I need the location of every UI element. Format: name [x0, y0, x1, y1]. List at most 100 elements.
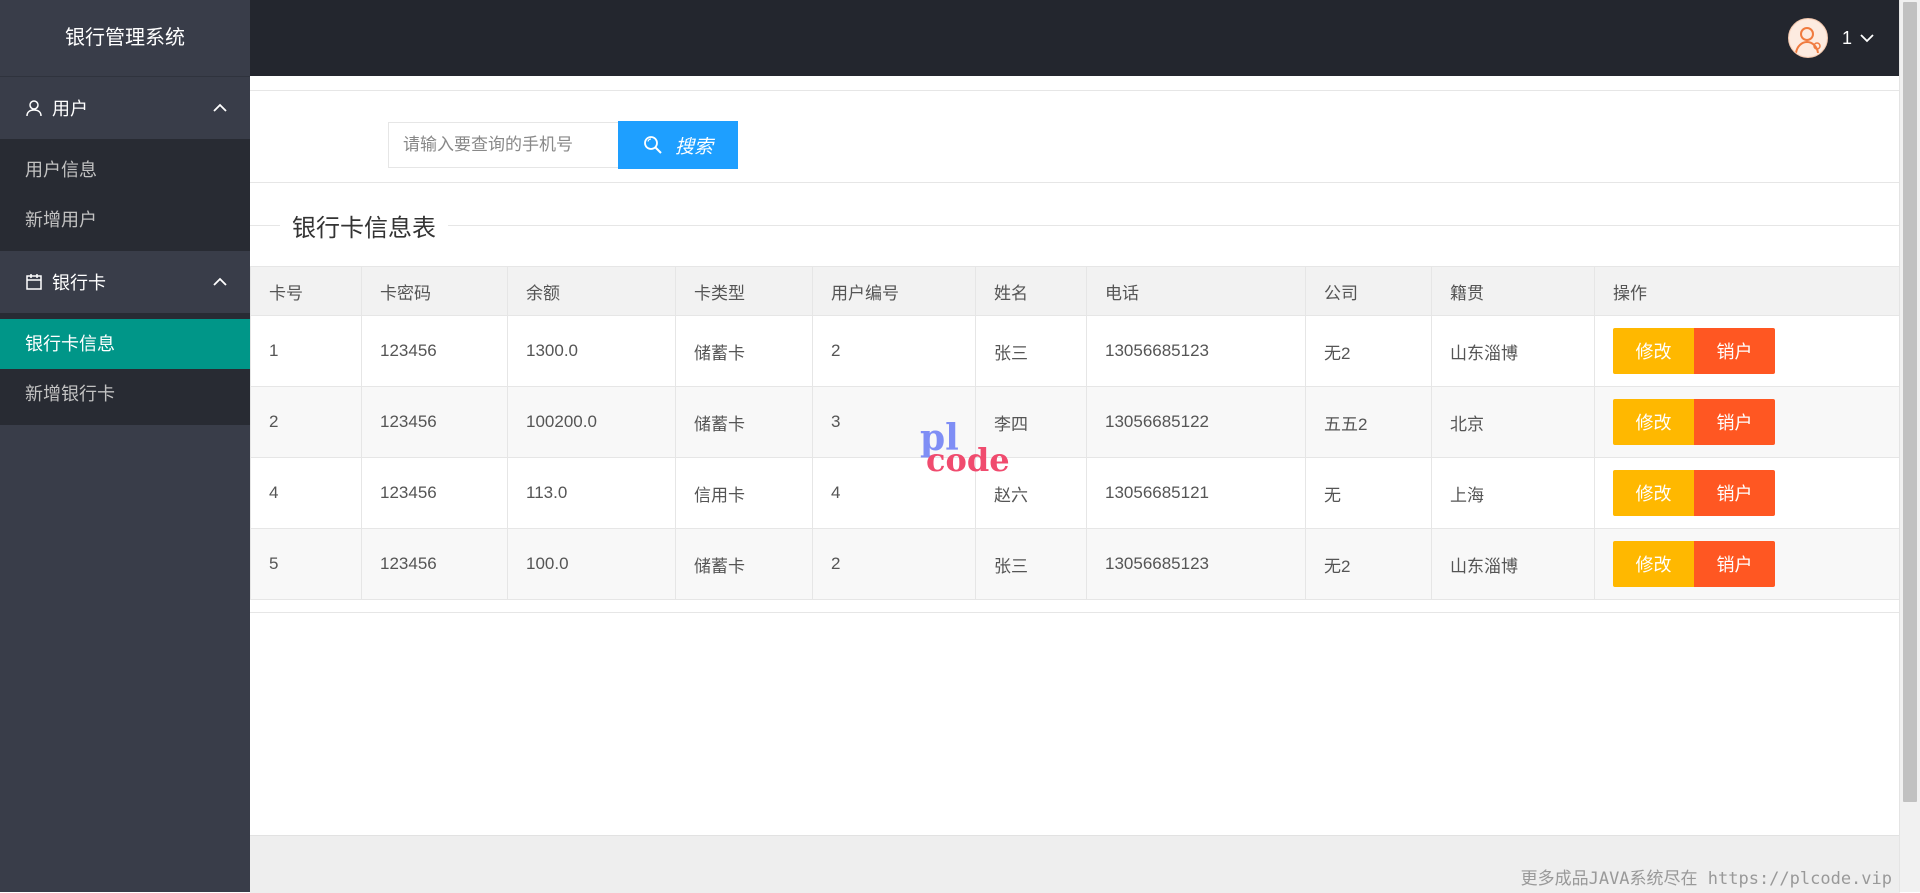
nav-sub-user: 用户信息 新增用户 — [0, 139, 250, 251]
footer: 更多成品JAVA系统尽在 https://plcode.vip — [250, 835, 1900, 893]
cell-password: 123456 — [361, 528, 508, 600]
cell-company: 无2 — [1305, 528, 1432, 600]
edit-button[interactable]: 修改 — [1613, 470, 1694, 516]
cell-card-no: 5 — [250, 528, 362, 600]
column-header: 姓名 — [975, 266, 1087, 316]
nav-group-user[interactable]: 用户 — [0, 77, 250, 139]
app-title: 银行管理系统 — [0, 0, 250, 77]
sidebar-item-add-user[interactable]: 新增用户 — [0, 195, 250, 245]
edit-button[interactable]: 修改 — [1613, 399, 1694, 445]
cell-hometown: 北京 — [1431, 386, 1595, 458]
search-icon — [643, 135, 663, 155]
cell-hometown: 上海 — [1431, 457, 1595, 529]
column-header: 用户编号 — [812, 266, 976, 316]
column-header: 籍贯 — [1431, 266, 1595, 316]
cell-balance: 100.0 — [507, 528, 676, 600]
cell-card-type: 储蓄卡 — [675, 386, 813, 458]
cell-phone: 13056685123 — [1086, 315, 1306, 387]
cell-phone: 13056685122 — [1086, 386, 1306, 458]
sidebar-item-add-bankcard[interactable]: 新增银行卡 — [0, 369, 250, 419]
nav-group-bankcard[interactable]: 银行卡 — [0, 251, 250, 313]
column-header: 卡号 — [250, 266, 362, 316]
cell-actions: 修改 销户 — [1594, 386, 1900, 458]
search-button-label: 搜索 — [674, 136, 713, 158]
column-header: 卡密码 — [361, 266, 508, 316]
cell-company: 无 — [1305, 457, 1432, 529]
search-button[interactable]: 搜索 — [618, 121, 738, 169]
close-account-button[interactable]: 销户 — [1694, 470, 1775, 516]
cell-card-no: 2 — [250, 386, 362, 458]
column-header: 卡类型 — [675, 266, 813, 316]
cell-user-id: 2 — [812, 528, 976, 600]
cell-name: 张三 — [975, 528, 1087, 600]
cell-phone: 13056685121 — [1086, 457, 1306, 529]
close-account-button[interactable]: 销户 — [1694, 328, 1775, 374]
chevron-down-icon — [1860, 33, 1874, 43]
edit-button[interactable]: 修改 — [1613, 541, 1694, 587]
edit-button[interactable]: 修改 — [1613, 328, 1694, 374]
section-title: 银行卡信息表 — [280, 208, 448, 243]
user-menu[interactable]: 1 — [1787, 18, 1874, 58]
cell-card-type: 信用卡 — [675, 457, 813, 529]
column-header: 操作 — [1594, 266, 1900, 316]
cell-actions: 修改 销户 — [1594, 457, 1900, 529]
cell-password: 123456 — [361, 386, 508, 458]
watermark-bottom: code — [926, 441, 1010, 479]
table-row: 4 123456 113.0 信用卡 4 赵六 13056685121 无 上海… — [250, 457, 1900, 529]
cell-company: 无2 — [1305, 315, 1432, 387]
divider — [250, 90, 1900, 91]
fieldset-line — [250, 225, 1900, 226]
sidebar-item-user-info[interactable]: 用户信息 — [0, 145, 250, 195]
cell-balance: 100200.0 — [507, 386, 676, 458]
sidebar-item-label: 新增用户 — [25, 210, 97, 230]
chevron-up-icon — [210, 98, 230, 118]
sidebar-item-bankcard-info[interactable]: 银行卡信息 — [0, 319, 250, 369]
cell-company: 五五2 — [1305, 386, 1432, 458]
nav-group-bankcard-label: 银行卡 — [52, 273, 106, 293]
search-bar: 搜索 — [388, 121, 738, 169]
table-row: 2 123456 100200.0 储蓄卡 3 李四 13056685122 五… — [250, 386, 1900, 458]
cell-actions: 修改 销户 — [1594, 528, 1900, 600]
cell-name: 张三 — [975, 315, 1087, 387]
calendar-icon — [24, 272, 44, 292]
cell-phone: 13056685123 — [1086, 528, 1306, 600]
chevron-up-icon — [210, 272, 230, 292]
divider — [250, 182, 1900, 183]
cell-password: 123456 — [361, 457, 508, 529]
user-icon — [24, 98, 44, 118]
cell-balance: 1300.0 — [507, 315, 676, 387]
cell-balance: 113.0 — [507, 457, 676, 529]
sidebar-item-label: 银行卡信息 — [25, 334, 115, 354]
nav-sub-bankcard: 银行卡信息 新增银行卡 — [0, 313, 250, 425]
cell-card-no: 1 — [250, 315, 362, 387]
column-header: 余额 — [507, 266, 676, 316]
cell-hometown: 山东淄博 — [1431, 315, 1595, 387]
scrollbar[interactable] — [1899, 0, 1920, 892]
username: 1 — [1841, 27, 1852, 48]
watermark-logo: pl code — [920, 420, 1010, 480]
main-content: 搜索 银行卡信息表 卡号 卡密码 余额 卡类型 用户编号 姓名 电话 公司 籍贯… — [250, 76, 1900, 892]
close-account-button[interactable]: 销户 — [1694, 541, 1775, 587]
scrollbar-thumb[interactable] — [1903, 2, 1917, 802]
column-header: 公司 — [1305, 266, 1432, 316]
search-input[interactable] — [388, 122, 624, 168]
close-account-button[interactable]: 销户 — [1694, 399, 1775, 445]
sidebar: 银行管理系统 用户 用户信息 新增用户 银行卡 银行卡信息 新增银行卡 — [0, 0, 250, 892]
footer-note: 更多成品JAVA系统尽在 https://plcode.vip — [1520, 869, 1892, 889]
cell-card-no: 4 — [250, 457, 362, 529]
top-header: 1 — [250, 0, 1900, 76]
table-row: 5 123456 100.0 储蓄卡 2 张三 13056685123 无2 山… — [250, 528, 1900, 600]
cell-hometown: 山东淄博 — [1431, 528, 1595, 600]
nav-group-user-label: 用户 — [52, 99, 88, 119]
sidebar-item-label: 新增银行卡 — [25, 384, 115, 404]
cell-actions: 修改 销户 — [1594, 315, 1900, 387]
cell-card-type: 储蓄卡 — [675, 528, 813, 600]
divider — [250, 612, 1900, 613]
table-row: 1 123456 1300.0 储蓄卡 2 张三 13056685123 无2 … — [250, 315, 1900, 387]
avatar[interactable] — [1787, 18, 1828, 58]
cell-card-type: 储蓄卡 — [675, 315, 813, 387]
cell-password: 123456 — [361, 315, 508, 387]
bankcard-table: 卡号 卡密码 余额 卡类型 用户编号 姓名 电话 公司 籍贯 操作 1 1234… — [250, 266, 1900, 600]
column-header: 电话 — [1086, 266, 1306, 316]
cell-user-id: 2 — [812, 315, 976, 387]
